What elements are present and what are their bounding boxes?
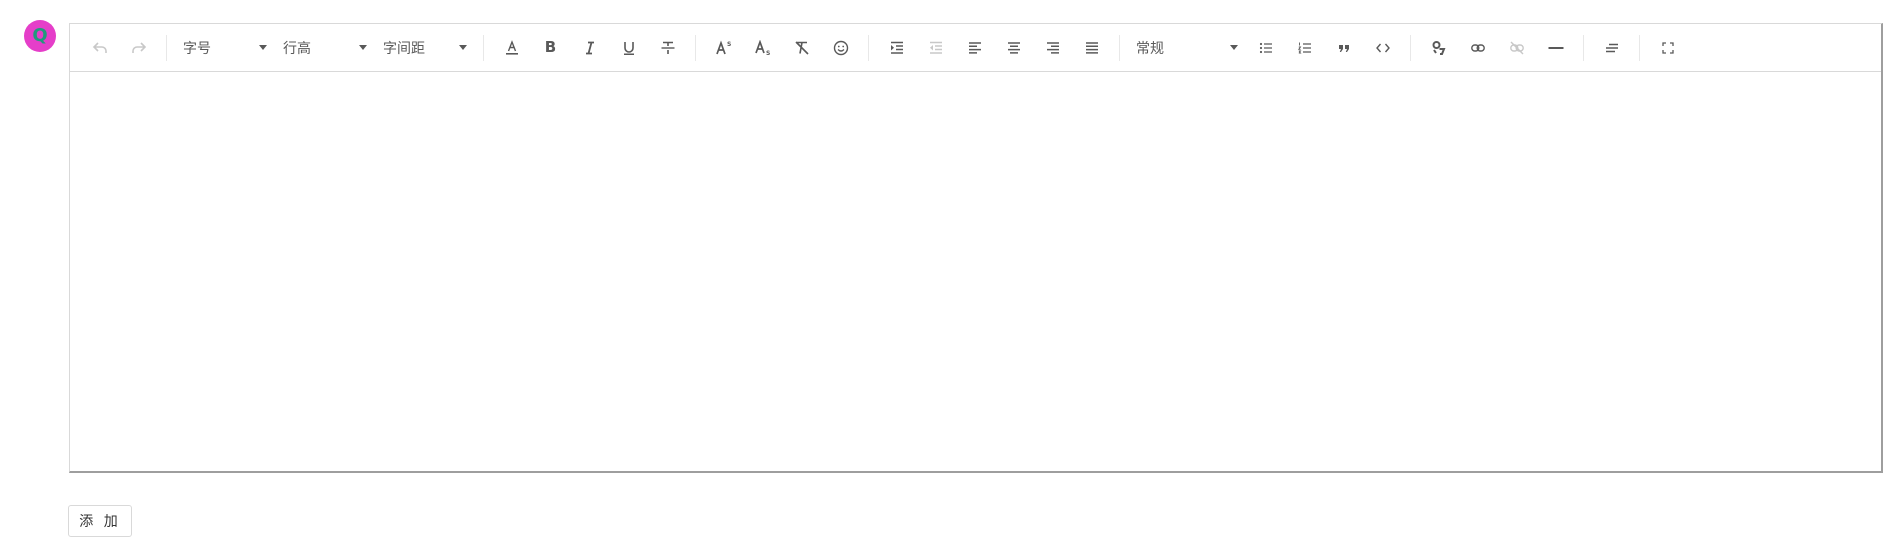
align-center-icon (1007, 41, 1020, 54)
emoji-button[interactable] (821, 33, 860, 63)
redo-icon (131, 41, 146, 53)
text-indent-button[interactable] (1592, 33, 1631, 63)
add-button[interactable]: 添 加 (68, 505, 132, 537)
unlink-icon (1509, 41, 1524, 54)
link-icon (1470, 43, 1485, 52)
fullscreen-icon (1661, 41, 1674, 54)
superscript-button[interactable]: S (704, 33, 743, 63)
bold-button[interactable]: B (531, 33, 570, 63)
code-icon (1375, 43, 1390, 52)
indent-increase-button[interactable] (877, 33, 916, 63)
text-indent-icon (1605, 43, 1618, 52)
chevron-down-icon (1230, 45, 1238, 50)
toolbar-divider (1639, 34, 1640, 61)
toolbar-divider (1583, 34, 1584, 61)
text-color-button[interactable] (492, 33, 531, 63)
clear-format-icon (794, 40, 809, 55)
subscript-icon: S (754, 39, 770, 56)
toolbar-divider (166, 34, 167, 61)
bold-icon: B (544, 38, 557, 56)
align-left-button[interactable] (955, 33, 994, 63)
text-color-icon (505, 39, 518, 55)
heading-select[interactable]: 常规 (1132, 33, 1242, 63)
align-justify-icon (1085, 41, 1098, 54)
letter-spacing-label: 字间距 (383, 40, 425, 57)
line-height-select[interactable]: 行高 (279, 33, 371, 63)
clear-format-button[interactable] (782, 33, 821, 63)
toolbar-divider (1119, 34, 1120, 61)
align-right-icon (1046, 41, 1059, 54)
toolbar-divider (868, 34, 869, 61)
indent-increase-icon (890, 41, 903, 54)
bullet-list-button[interactable] (1246, 33, 1285, 63)
heading-label: 常规 (1136, 40, 1164, 57)
underline-button[interactable] (609, 33, 648, 63)
superscript-icon: S (715, 40, 731, 54)
redo-button[interactable] (119, 33, 158, 63)
italic-icon (585, 41, 594, 54)
align-center-button[interactable] (994, 33, 1033, 63)
link-button[interactable] (1458, 33, 1497, 63)
numbered-list-icon (1297, 42, 1311, 53)
editor-toolbar: 字号 行高 字间距 B S S 常规 (70, 24, 1881, 72)
rich-text-editor: 字号 行高 字间距 B S S 常规 (69, 23, 1883, 473)
blockquote-button[interactable] (1324, 33, 1363, 63)
avatar: Q (24, 20, 56, 52)
blockquote-icon (1338, 44, 1349, 52)
line-height-label: 行高 (283, 40, 311, 57)
svg-text:S: S (766, 50, 770, 56)
chevron-down-icon (459, 45, 467, 50)
indent-decrease-button[interactable] (916, 33, 955, 63)
italic-button[interactable] (570, 33, 609, 63)
strikethrough-icon (661, 41, 674, 54)
toolbar-divider (1410, 34, 1411, 61)
align-justify-button[interactable] (1072, 33, 1111, 63)
font-size-label: 字号 (183, 40, 211, 57)
align-right-button[interactable] (1033, 33, 1072, 63)
underline-icon (623, 41, 634, 55)
letter-spacing-select[interactable]: 字间距 (379, 33, 471, 63)
toolbar-divider (483, 34, 484, 61)
bullet-list-icon (1259, 42, 1272, 53)
emoji-icon (833, 40, 848, 55)
indent-decrease-icon (929, 41, 942, 54)
media-icon (1432, 40, 1445, 55)
editor-content-area[interactable] (70, 72, 1881, 470)
avatar-letter: Q (32, 25, 48, 46)
subscript-button[interactable]: S (743, 33, 782, 63)
horizontal-rule-button[interactable] (1536, 33, 1575, 63)
svg-text:S: S (727, 41, 731, 48)
toolbar-divider (695, 34, 696, 61)
font-size-select[interactable]: 字号 (179, 33, 271, 63)
media-button[interactable] (1419, 33, 1458, 63)
align-left-icon (968, 41, 981, 54)
undo-button[interactable] (80, 33, 119, 63)
numbered-list-button[interactable] (1285, 33, 1324, 63)
chevron-down-icon (259, 45, 267, 50)
unlink-button[interactable] (1497, 33, 1536, 63)
strikethrough-button[interactable] (648, 33, 687, 63)
code-button[interactable] (1363, 33, 1402, 63)
chevron-down-icon (359, 45, 367, 50)
undo-icon (92, 41, 107, 53)
horizontal-rule-icon (1548, 46, 1563, 49)
fullscreen-button[interactable] (1648, 33, 1687, 63)
